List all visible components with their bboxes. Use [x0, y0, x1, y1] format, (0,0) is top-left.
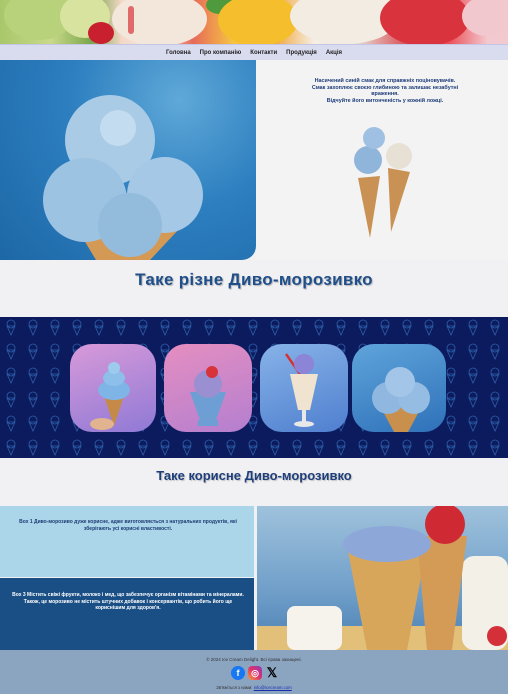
- copyright-text: © 2024 Ice Cream Delight. Всі права захи…: [206, 657, 302, 662]
- product-card-2[interactable]: [164, 344, 252, 432]
- intro-line: Смак захоплює своєю глибиною та залишає …: [311, 84, 459, 98]
- intro-line: Насичений синій смак для справжніх поцін…: [314, 78, 456, 84]
- social-links: f ◎ 𝕏: [231, 665, 279, 680]
- contact-line: Зв'яжіться з нами: info@icecream.com: [0, 685, 508, 690]
- product-card-4[interactable]: [352, 344, 446, 432]
- benefit-panel-2: [0, 578, 254, 650]
- ice-cream-with-milk-image: [257, 506, 508, 650]
- header-banner-image: [0, 0, 508, 44]
- product-card-3[interactable]: [260, 344, 348, 432]
- cones-and-milk-illustration: [257, 506, 508, 650]
- milkshake-glass-image: [284, 353, 318, 427]
- x-icon[interactable]: 𝕏: [265, 665, 279, 680]
- hero-ice-cream-image: [0, 60, 256, 260]
- nav-item-home[interactable]: Головна: [166, 50, 191, 56]
- blue-ice-cream-cone-illustration: [43, 95, 203, 260]
- soft-serve-cone-image: [90, 362, 130, 430]
- nav-item-promo[interactable]: Акція: [326, 50, 342, 56]
- nav-item-contacts[interactable]: Контакти: [250, 50, 277, 56]
- blue-scoops-cone-image: [372, 367, 430, 432]
- intro-text: Насичений синій смак для справжніх поцін…: [300, 78, 470, 104]
- section-title-healthy: Таке корисне Диво-морозивко: [156, 468, 352, 483]
- product-card-1[interactable]: [70, 344, 156, 432]
- benefit-panel-1: [0, 506, 254, 577]
- contact-prefix: Зв'яжіться з нами:: [216, 685, 253, 690]
- ice-cream-cup-image: [190, 366, 226, 426]
- facebook-icon[interactable]: f: [231, 666, 245, 680]
- benefit-text-1: Вох 1 Диво-морозиво дуже корисне, адже в…: [19, 519, 237, 532]
- section-title-variety: Таке різне Диво-морозивко: [135, 270, 373, 289]
- nav-item-about[interactable]: Про компанію: [200, 50, 242, 56]
- nav-item-products[interactable]: Продукція: [286, 50, 317, 56]
- contact-email-link[interactable]: info@icecream.com: [254, 685, 292, 690]
- benefit-text-2: Вох 3 Містить свіжі фрукти, молоко і мед…: [12, 592, 244, 611]
- page: Головна Про компанію Контакти Продукція …: [0, 0, 508, 694]
- instagram-icon[interactable]: ◎: [248, 666, 262, 680]
- intro-line: Відчуйте його витонченість у кожній ложц…: [326, 97, 444, 104]
